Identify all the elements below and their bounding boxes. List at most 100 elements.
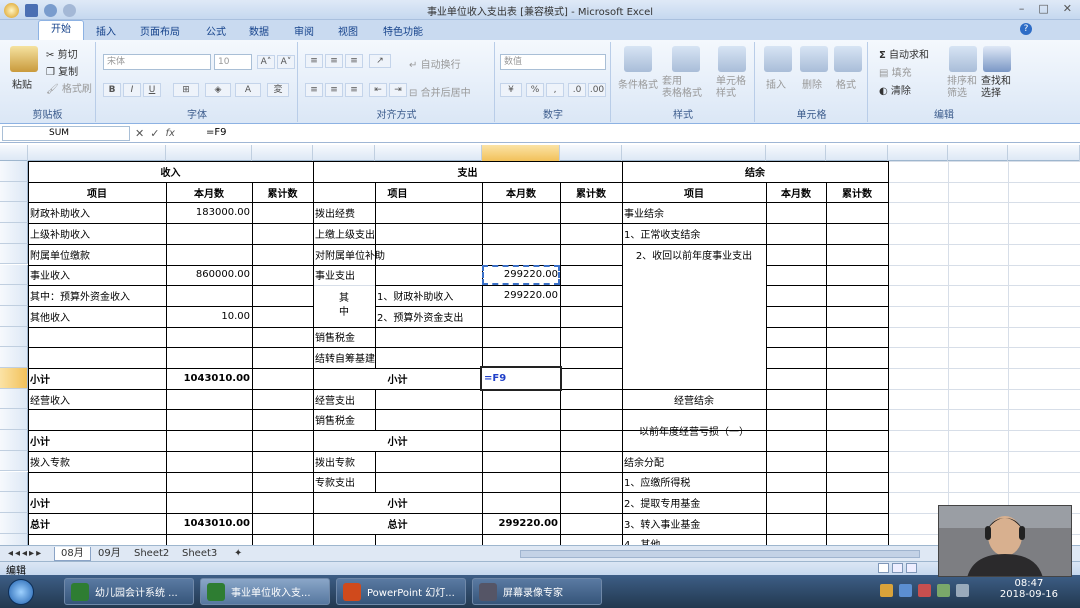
align-right-icon[interactable]: ≡ bbox=[345, 83, 363, 97]
expense-month-value[interactable]: 299220.00 bbox=[482, 513, 560, 534]
format-cells-icon[interactable] bbox=[834, 46, 862, 72]
align-middle-icon[interactable]: ≡ bbox=[325, 54, 343, 68]
expense-item[interactable]: 销售税金 bbox=[313, 327, 482, 348]
fill-button[interactable]: ▤ 填充 bbox=[879, 64, 912, 79]
select-all-corner[interactable] bbox=[0, 145, 28, 161]
cut-button[interactable]: ✂ 剪切 bbox=[46, 46, 78, 61]
tray-icon[interactable] bbox=[899, 584, 912, 597]
expense-item[interactable]: 经营支出 bbox=[313, 389, 482, 410]
expense-subtotal[interactable]: 小计 bbox=[313, 430, 482, 451]
active-cell-f14[interactable]: =F9 bbox=[480, 366, 562, 391]
row-header-13[interactable] bbox=[0, 347, 28, 368]
expense-sub-label[interactable]: 其 中 bbox=[313, 285, 375, 326]
tab-formulas[interactable]: 公式 bbox=[206, 23, 226, 38]
normal-view-icon[interactable] bbox=[878, 563, 889, 573]
clock[interactable]: 08:47 2018-09-16 bbox=[1000, 578, 1058, 600]
row-header-7[interactable] bbox=[0, 223, 28, 244]
shrink-font-icon[interactable]: A˅ bbox=[277, 55, 295, 69]
sheet-nav-arrows[interactable]: ◂◂◂▸▸ bbox=[2, 547, 49, 561]
expense-header[interactable]: 支出 bbox=[313, 161, 622, 182]
income-item[interactable]: 财政补助收入 bbox=[28, 202, 166, 223]
column-header-k[interactable] bbox=[888, 145, 948, 161]
tab-review[interactable]: 审阅 bbox=[294, 23, 314, 38]
comma-icon[interactable]: , bbox=[546, 83, 564, 97]
start-orb-icon[interactable] bbox=[8, 579, 34, 605]
sheet-tab-sheet2[interactable]: Sheet2 bbox=[128, 547, 175, 561]
format-as-table-button[interactable]: 套用 表格格式 bbox=[662, 76, 702, 100]
expense-item[interactable]: 专款支出 bbox=[313, 472, 482, 493]
sheet-tab-09[interactable]: 09月 bbox=[92, 547, 127, 561]
row-header-21[interactable] bbox=[0, 512, 28, 534]
border-icon[interactable]: ⊞ bbox=[173, 83, 199, 97]
column-header-b[interactable] bbox=[166, 145, 252, 161]
page-break-view-icon[interactable] bbox=[906, 563, 917, 573]
expense-sub-item[interactable]: 1、财政补助收入 bbox=[375, 285, 482, 306]
insert-cells-icon[interactable] bbox=[764, 46, 792, 72]
help-icon[interactable]: ? bbox=[1020, 23, 1032, 35]
tab-page-layout[interactable]: 页面布局 bbox=[140, 23, 180, 38]
column-header-f[interactable] bbox=[482, 145, 560, 161]
column-header-j[interactable] bbox=[826, 145, 888, 161]
merge-center-button[interactable]: ⊟ 合并后居中 bbox=[409, 84, 471, 99]
cell-styles-icon[interactable] bbox=[718, 46, 746, 72]
income-item[interactable]: 其他收入 bbox=[28, 306, 166, 327]
format-painter-button[interactable]: 🖌 格式刷 bbox=[46, 80, 92, 95]
align-center-icon[interactable]: ≡ bbox=[325, 83, 343, 97]
column-header-a[interactable] bbox=[28, 145, 166, 161]
expense-item[interactable]: 拨出经费 bbox=[313, 202, 482, 223]
income-item[interactable]: 小计 bbox=[28, 492, 166, 513]
header-cumulative[interactable]: 累计数 bbox=[252, 182, 313, 203]
header-month[interactable]: 本月数 bbox=[166, 182, 252, 203]
currency-icon[interactable]: ¥ bbox=[500, 83, 522, 97]
network-icon[interactable] bbox=[937, 584, 950, 597]
taskbar-item-powerpoint[interactable]: PowerPoint 幻灯... bbox=[336, 578, 466, 605]
horizontal-scrollbar[interactable] bbox=[520, 550, 920, 558]
format-as-table-icon[interactable] bbox=[672, 46, 700, 72]
row-header-4[interactable] bbox=[0, 161, 28, 182]
expense-month-value[interactable]: 299220.00 bbox=[482, 285, 560, 306]
decrease-indent-icon[interactable]: ⇤ bbox=[369, 83, 387, 97]
balance-item[interactable]: 4、其他 bbox=[622, 534, 766, 545]
underline-icon[interactable]: U bbox=[143, 83, 161, 97]
bold-icon[interactable]: B bbox=[103, 83, 121, 97]
percent-icon[interactable]: % bbox=[526, 83, 544, 97]
row-header-12[interactable] bbox=[0, 326, 28, 348]
find-select-button[interactable]: 查找和 选择 bbox=[981, 76, 1011, 100]
row-header-22[interactable] bbox=[0, 533, 28, 545]
tab-insert[interactable]: 插入 bbox=[96, 23, 116, 38]
taskbar-item-excel[interactable]: 事业单位收入支... bbox=[200, 578, 330, 605]
balance-item[interactable]: 3、转入事业基金 bbox=[622, 513, 766, 534]
row-header-9[interactable] bbox=[0, 264, 28, 286]
paste-button[interactable]: 粘贴 bbox=[12, 76, 32, 91]
header-item[interactable]: 项目 bbox=[622, 182, 766, 203]
align-left-icon[interactable]: ≡ bbox=[305, 83, 323, 97]
balance-item[interactable]: 事业结余 bbox=[622, 202, 766, 223]
tab-view[interactable]: 视图 bbox=[338, 23, 358, 38]
column-header-e[interactable] bbox=[375, 145, 482, 161]
wrap-text-button[interactable]: ↵ 自动换行 bbox=[409, 56, 461, 71]
column-header-i[interactable] bbox=[766, 145, 826, 161]
expense-item[interactable]: 拨出专款 bbox=[313, 451, 482, 472]
income-month-value[interactable]: 860000.00 bbox=[166, 265, 252, 286]
align-bottom-icon[interactable]: ≡ bbox=[345, 54, 363, 68]
italic-icon[interactable]: I bbox=[123, 83, 141, 97]
expense-subtotal[interactable]: 小计 bbox=[313, 368, 482, 389]
balance-item[interactable]: 2、提取专用基金 bbox=[622, 492, 766, 513]
income-item[interactable]: 拨入专款 bbox=[28, 451, 166, 472]
format-cells-button[interactable]: 格式 bbox=[836, 76, 856, 91]
income-month-value[interactable]: 10.00 bbox=[166, 306, 252, 327]
cancel-icon[interactable]: ✕ bbox=[135, 127, 144, 140]
clear-button[interactable]: ◐ 清除 bbox=[879, 82, 911, 97]
row-header-10[interactable] bbox=[0, 285, 28, 306]
expense-sub-item[interactable]: 2、预算外资金支出 bbox=[375, 306, 482, 327]
tray-icon[interactable] bbox=[880, 584, 893, 597]
tray-icon[interactable] bbox=[918, 584, 931, 597]
grow-font-icon[interactable]: A˄ bbox=[257, 55, 275, 69]
income-item[interactable]: 事业收入 bbox=[28, 265, 166, 286]
header-cumulative[interactable]: 累计数 bbox=[826, 182, 888, 203]
expense-month-value[interactable]: 299220.00 bbox=[482, 264, 560, 286]
balance-item[interactable]: 结余分配 bbox=[622, 451, 766, 472]
header-month[interactable]: 本月数 bbox=[766, 182, 826, 203]
balance-header[interactable]: 结余 bbox=[622, 161, 888, 182]
income-header[interactable]: 收入 bbox=[28, 161, 313, 182]
